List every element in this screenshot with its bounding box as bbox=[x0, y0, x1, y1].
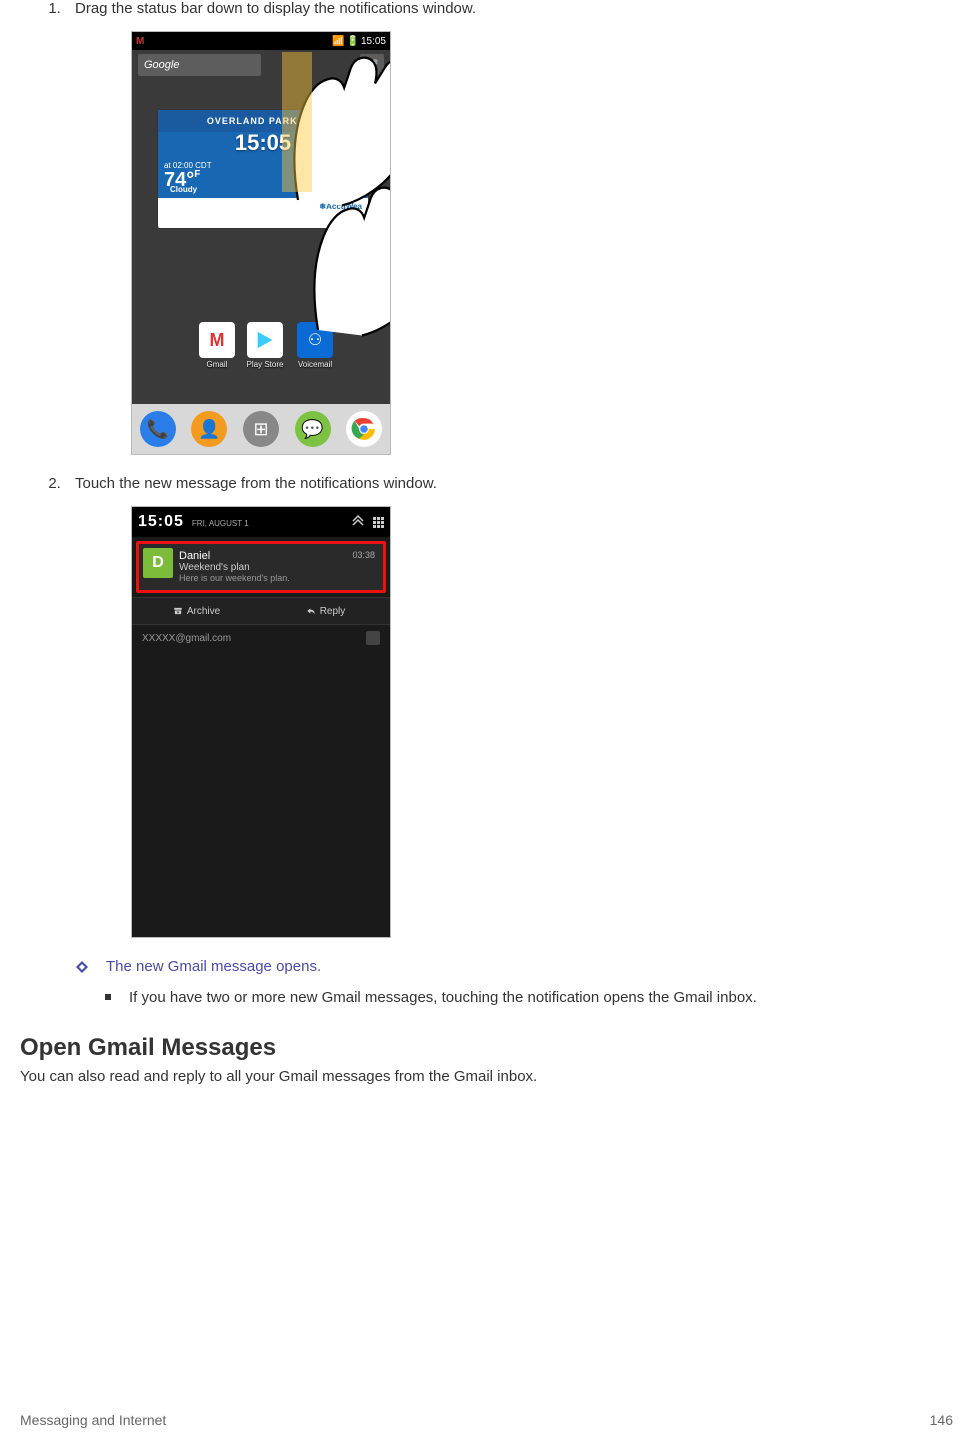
voicemail-icon: ⚇ bbox=[297, 322, 333, 358]
message-subject: Weekend's plan bbox=[179, 562, 375, 573]
phone-notification-panel: 15:05 FRI, AUGUST 1 D Daniel bbox=[131, 506, 391, 938]
search-label: Google bbox=[144, 59, 179, 71]
diamond-bullet-icon bbox=[76, 961, 88, 973]
notif-time: 15:05 bbox=[138, 513, 184, 531]
status-time: 15:05 bbox=[361, 36, 386, 47]
apps-icon[interactable]: ⊞ bbox=[243, 411, 279, 447]
app-play-label: Play Store bbox=[244, 360, 286, 369]
app-voicemail[interactable]: ⚇ Voicemail bbox=[294, 322, 336, 369]
account-avatar-icon bbox=[366, 631, 380, 645]
mail-icon: M bbox=[136, 36, 144, 47]
sender-name: Daniel bbox=[179, 550, 375, 562]
battery-icon: 🔋 bbox=[347, 36, 359, 47]
settings-grid-icon[interactable] bbox=[373, 517, 384, 528]
drag-path-highlight bbox=[282, 52, 312, 192]
account-row[interactable]: XXXXX@gmail.com bbox=[132, 624, 390, 651]
weather-temperature: 74°F Cloudy bbox=[164, 169, 200, 192]
reply-button[interactable]: Reply bbox=[261, 598, 390, 624]
step-1: Drag the status bar down to display the … bbox=[65, 0, 953, 455]
app-gmail-label: Gmail bbox=[196, 360, 238, 369]
result-bullet: The new Gmail message opens. bbox=[76, 958, 953, 975]
notification-item-highlighted[interactable]: D Daniel Weekend's plan Here is our week… bbox=[136, 541, 386, 593]
step-1-text: Drag the status bar down to display the … bbox=[75, 0, 476, 17]
section-heading: Open Gmail Messages bbox=[20, 1034, 953, 1062]
result-bullet-text: The new Gmail message opens. bbox=[106, 958, 321, 975]
notification-actions: Archive Reply bbox=[132, 597, 390, 624]
app-gmail[interactable]: M Gmail bbox=[196, 322, 238, 369]
notif-date: FRI, AUGUST 1 bbox=[192, 519, 249, 528]
archive-label: Archive bbox=[187, 606, 220, 617]
weather-brand: ❄ AccuWea bbox=[158, 198, 368, 214]
footer-section-name: Messaging and Internet bbox=[20, 1412, 166, 1428]
phone-home-screen: M 📶 🔋 15:05 Google 🎤 OVERLAND bbox=[131, 31, 391, 455]
sub-bullet: If you have two or more new Gmail messag… bbox=[105, 987, 953, 1010]
notification-header: 15:05 FRI, AUGUST 1 bbox=[132, 507, 390, 537]
google-search-bar[interactable]: Google bbox=[138, 54, 261, 76]
message-time: 03:38 bbox=[352, 550, 375, 560]
account-email: XXXXX@gmail.com bbox=[142, 633, 231, 644]
figure-2-notifications: 15:05 FRI, AUGUST 1 D Daniel bbox=[131, 506, 953, 938]
phone-icon[interactable]: 📞 bbox=[140, 411, 176, 447]
section-paragraph: You can also read and reply to all your … bbox=[20, 1068, 953, 1085]
messaging-icon[interactable]: 💬 bbox=[295, 411, 331, 447]
weather-clock: 15:05 bbox=[158, 130, 368, 156]
status-bar: M 📶 🔋 15:05 bbox=[132, 32, 390, 50]
signal-icon: 📶 bbox=[332, 36, 344, 47]
figure-1-home-screen: M 📶 🔋 15:05 Google 🎤 OVERLAND bbox=[131, 31, 953, 455]
step-2-text: Touch the new message from the notificat… bbox=[75, 475, 437, 492]
expand-icon[interactable] bbox=[351, 515, 365, 530]
sub-bullet-text: If you have two or more new Gmail messag… bbox=[129, 989, 757, 1006]
weather-condition: Cloudy bbox=[170, 185, 197, 194]
ordered-steps: Drag the status bar down to display the … bbox=[20, 0, 953, 938]
weather-widget[interactable]: OVERLAND PARK, KS 15:05 at 02:00 CDT 74°… bbox=[158, 110, 368, 228]
weather-location: OVERLAND PARK, KS bbox=[158, 110, 368, 132]
dock: 📞 👤 ⊞ 💬 bbox=[132, 404, 390, 454]
sender-avatar: D bbox=[143, 548, 173, 578]
step-2: Touch the new message from the notificat… bbox=[65, 475, 953, 938]
reply-label: Reply bbox=[320, 606, 346, 617]
chrome-icon[interactable] bbox=[346, 411, 382, 447]
archive-button[interactable]: Archive bbox=[132, 598, 261, 624]
voice-search-icon[interactable]: 🎤 bbox=[360, 54, 384, 76]
play-store-icon bbox=[247, 322, 283, 358]
contacts-icon[interactable]: 👤 bbox=[191, 411, 227, 447]
app-voicemail-label: Voicemail bbox=[294, 360, 336, 369]
square-bullet-icon bbox=[105, 994, 111, 1000]
footer-page-number: 146 bbox=[930, 1412, 953, 1428]
app-play-store[interactable]: Play Store bbox=[244, 322, 286, 369]
page-footer: Messaging and Internet 146 bbox=[20, 1412, 953, 1428]
gmail-icon: M bbox=[199, 322, 235, 358]
message-preview: Here is our weekend's plan. bbox=[179, 573, 375, 583]
